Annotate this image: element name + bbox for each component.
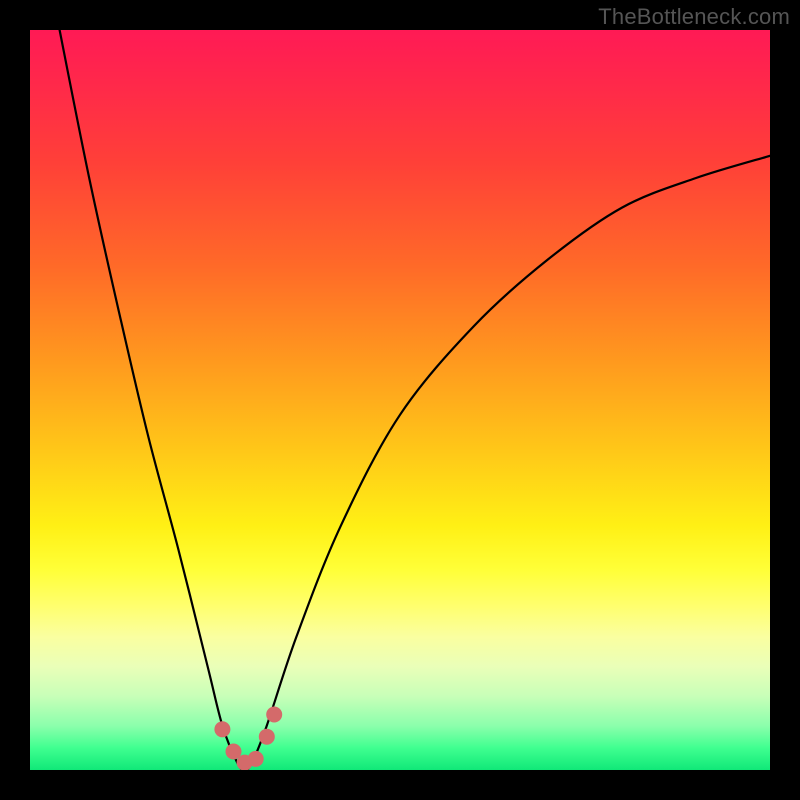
curve-svg [30, 30, 770, 770]
watermark-text: TheBottleneck.com [598, 4, 790, 30]
minimum-markers [214, 707, 282, 771]
marker-dot [214, 721, 230, 737]
bottleneck-curve [60, 30, 770, 770]
marker-dot [259, 729, 275, 745]
plot-area [30, 30, 770, 770]
chart-frame: TheBottleneck.com [0, 0, 800, 800]
marker-dot [266, 707, 282, 723]
marker-dot [248, 751, 264, 767]
